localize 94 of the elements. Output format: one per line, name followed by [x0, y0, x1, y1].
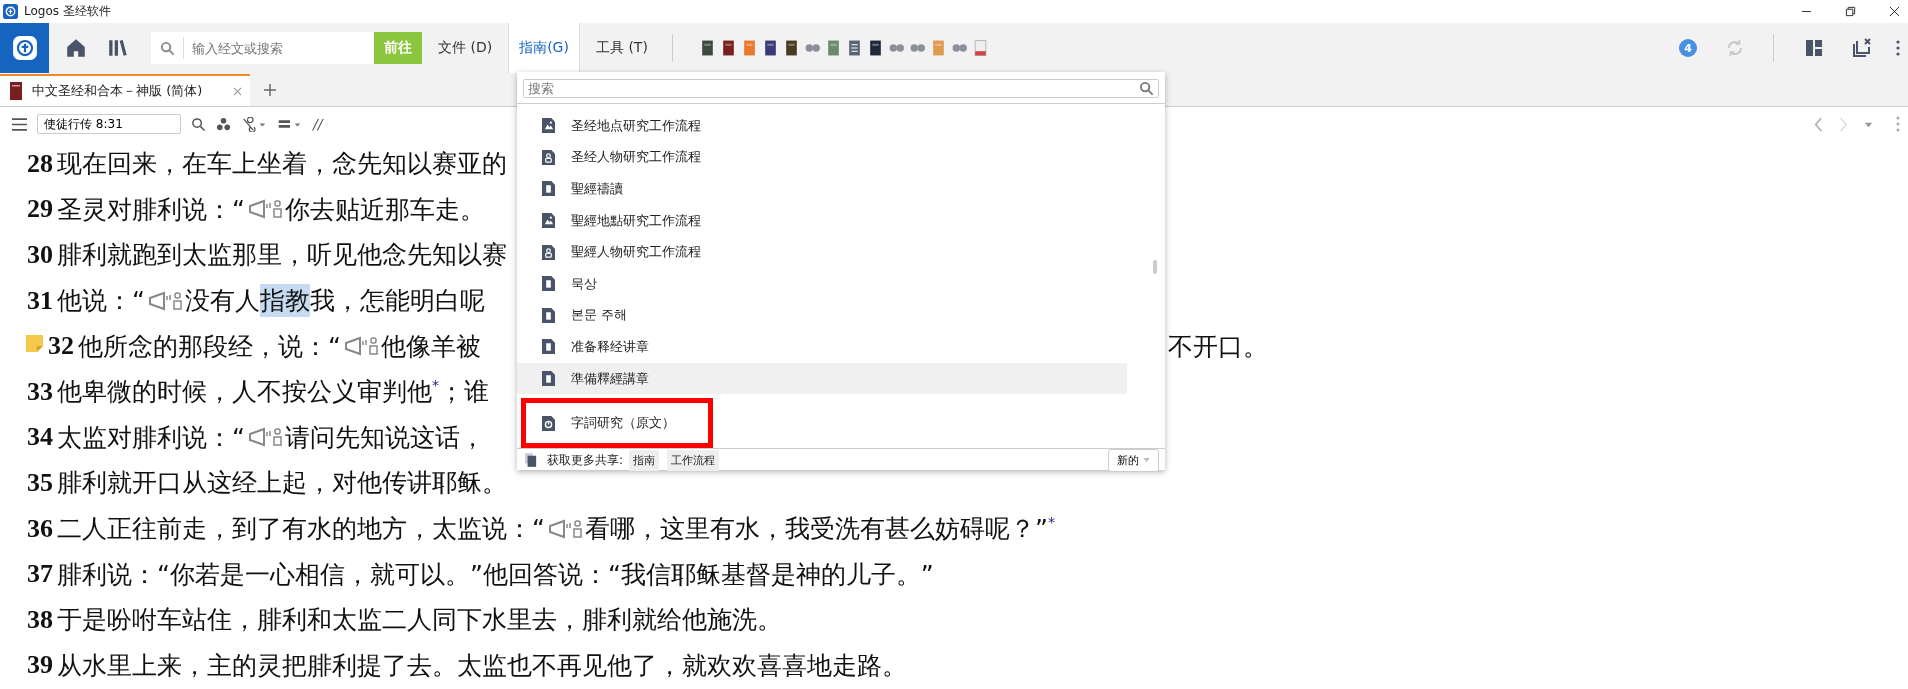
logos-logo-icon: [11, 35, 38, 61]
cluster-icon[interactable]: [216, 116, 231, 132]
home-icon[interactable]: [65, 37, 87, 59]
verse-number: 37: [27, 559, 53, 590]
menu-tab[interactable]: 文件 (D): [428, 23, 503, 73]
close-windows-icon[interactable]: [1852, 38, 1872, 58]
menu-icon[interactable]: [12, 116, 27, 132]
image-doc-icon: [542, 118, 555, 134]
add-tab-icon[interactable]: [264, 84, 276, 96]
footnote-link[interactable]: *: [1047, 513, 1055, 530]
verse-text: 二人正往前走，到了有水的地方，太监说：“: [57, 513, 545, 546]
speaker-icon[interactable]: [342, 335, 379, 358]
logos-button[interactable]: [0, 23, 49, 73]
verse-text: 他卑微的时候，人不按公义审判他: [57, 376, 432, 409]
app-logo-icon: [3, 4, 18, 19]
scrollbar-thumb[interactable]: [1153, 260, 1157, 274]
tab-title: 中文圣经和合本－神版 (简体): [32, 82, 203, 100]
verse-text: 你去贴近那车走。: [284, 193, 485, 226]
verse-text: 看哪，这里有水，我受洗有甚么妨碍呢？”: [584, 513, 1048, 546]
guide-item[interactable]: 字詞研究（原文）: [526, 407, 708, 439]
speaker-icon[interactable]: [146, 289, 183, 312]
verse-text: 圣灵对腓利说：“: [57, 193, 245, 226]
window-title: Logos 圣经软件: [24, 3, 111, 20]
guide-item[interactable]: 准备释经讲章: [517, 331, 1127, 363]
book-icon: [10, 81, 22, 101]
verse-text: 不开口。: [1168, 330, 1268, 363]
verse-text: 腓利就开口从这经上起，对他传讲耶稣。: [57, 467, 507, 500]
restore-icon[interactable]: [1845, 6, 1856, 17]
verse-number: 29: [27, 194, 53, 225]
more-icon[interactable]: [1896, 40, 1900, 56]
circle-doc-icon: [542, 415, 555, 431]
verse-text: 他所念的那段经，说：“: [78, 330, 341, 363]
caret-icon: [1143, 458, 1150, 463]
verse-text: 现在回来，在车上坐着，念先知以赛亚的: [57, 148, 507, 181]
verse-number: 32: [48, 331, 74, 362]
copies-icon: [525, 453, 537, 468]
verse-number: 31: [27, 285, 53, 316]
verse-text: 请问先知说这话，: [284, 421, 485, 454]
verse-text: 没有人: [184, 285, 260, 318]
verse-number: 28: [27, 148, 53, 179]
speaker-icon[interactable]: [246, 426, 283, 449]
verse-text: 他像羊被: [380, 330, 481, 363]
bookmark-doc-icon: [542, 371, 555, 387]
bookmark-doc-icon: [542, 276, 555, 292]
verse-text: ；谁: [439, 376, 489, 409]
document-tab[interactable]: 中文圣经和合本－神版 (简体): [0, 74, 250, 106]
verse-number: 33: [27, 376, 53, 407]
verse-number: 38: [27, 604, 53, 635]
verse-number: 30: [27, 240, 53, 270]
guide-item[interactable]: 聖經禱讀: [517, 173, 1127, 205]
verse-text: 从水里上来，主的灵把腓利提了去。太监也不再见他了，就欢欢喜喜地走路。: [57, 649, 907, 682]
person-doc-icon: [542, 149, 555, 165]
guide-item[interactable]: 聖經地點研究工作流程: [517, 204, 1127, 237]
menu-tab[interactable]: 指南(G): [508, 23, 580, 73]
verse-text: 太监对腓利说：“: [57, 421, 245, 454]
guide-item[interactable]: 聖經人物研究工作流程: [517, 236, 1127, 268]
parallel-resources-button[interactable]: //: [313, 116, 323, 132]
verse-text: 我，怎能明白呢: [309, 285, 485, 318]
person-doc-icon: [542, 244, 555, 260]
sort-button[interactable]: 新的: [1108, 448, 1159, 472]
share-tag[interactable]: 工作流程: [667, 449, 720, 471]
verse-text: 于是吩咐车站住，腓利和太监二人同下水里去，腓利就给他施洗。: [57, 604, 782, 637]
note-icon[interactable]: [26, 335, 43, 353]
search-icon[interactable]: [191, 116, 206, 132]
speaker-icon[interactable]: [546, 517, 583, 540]
footnote-link[interactable]: *: [432, 376, 439, 393]
guide-item[interactable]: 圣经人物研究工作流程: [517, 141, 1127, 174]
highlighted-text: 指教: [259, 284, 310, 318]
search-icon: [160, 40, 175, 56]
library-icon[interactable]: [107, 37, 129, 59]
reference-field[interactable]: 使徒行传 8:31: [37, 114, 181, 134]
verse-number: 39: [27, 650, 53, 681]
bookmark-doc-icon: [542, 307, 555, 323]
layout-icon[interactable]: [1804, 38, 1824, 58]
guide-item[interactable]: 準備釋經講章: [517, 362, 1127, 395]
footer-label: 获取更多共享:: [547, 451, 624, 469]
speaker-icon[interactable]: [246, 198, 283, 221]
verse-text: 腓利就跑到太监那里，听见他念先知以赛: [57, 239, 507, 272]
guide-item[interactable]: 본문 주해: [517, 299, 1127, 332]
visual-filter-icon[interactable]: [241, 116, 267, 132]
verse-number: 34: [27, 422, 53, 453]
verse-text: 腓利说：“你若是一心相信，就可以。”他回答说：“我信耶稣基督是神的儿子。”: [57, 558, 934, 591]
bookmark-doc-icon: [542, 181, 555, 197]
menu-tab[interactable]: 工具 (T): [585, 23, 658, 73]
close-icon[interactable]: [1889, 6, 1900, 17]
verse-text: 他说：“: [57, 285, 145, 318]
search-icon: [1139, 81, 1154, 96]
verse-number: 36: [27, 513, 53, 544]
image-doc-icon: [542, 213, 555, 229]
guide-item[interactable]: 圣经地点研究工作流程: [517, 110, 1127, 142]
verse-number: 35: [27, 467, 53, 498]
share-tag[interactable]: 指南: [629, 449, 660, 471]
guide-item[interactable]: 묵상: [517, 267, 1127, 300]
bookmark-doc-icon: [542, 339, 555, 355]
